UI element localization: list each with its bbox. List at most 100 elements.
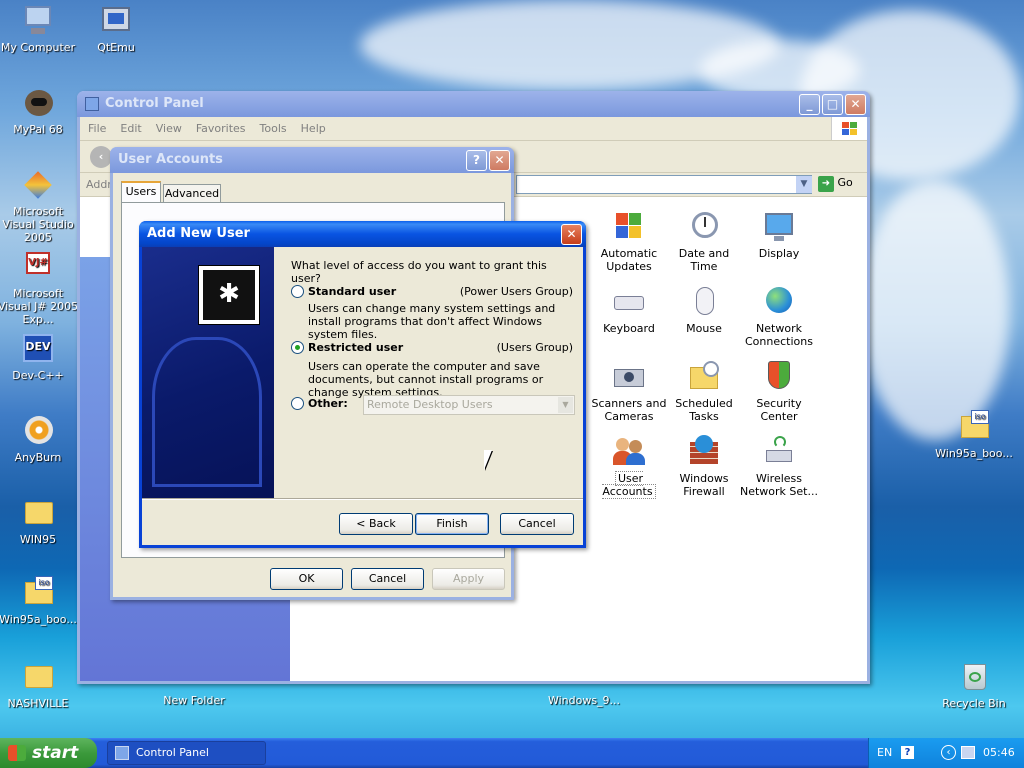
menu-edit[interactable]: Edit — [120, 122, 141, 135]
desktop-icon-devcpp[interactable]: DEV Dev-C++ — [0, 332, 80, 382]
menu-file[interactable]: File — [88, 122, 106, 135]
other-label[interactable]: Other: — [308, 397, 348, 410]
clock-icon — [687, 209, 721, 243]
desktop-icon-label: QtEmu — [97, 41, 135, 54]
dev-cpp-icon: DEV — [21, 332, 55, 366]
window-title: User Accounts — [118, 152, 223, 167]
restricted-user-description: Users can operate the computer and save … — [308, 360, 544, 399]
cp-item-windows-firewall[interactable]: Windows Firewall — [664, 434, 744, 498]
other-radio[interactable] — [291, 397, 304, 410]
desktop-icon-mypal[interactable]: MyPal 68 — [0, 86, 80, 136]
start-label: start — [32, 743, 79, 763]
standard-user-description: Users can change many system settings an… — [308, 302, 556, 341]
address-dropdown-button[interactable]: ▼ — [796, 176, 812, 193]
wireless-icon — [762, 434, 796, 468]
desktop-icon-nashville[interactable]: NASHVILLE — [0, 660, 80, 710]
menu-tools[interactable]: Tools — [260, 122, 287, 135]
close-button[interactable]: ✕ — [489, 150, 510, 171]
qtemu-icon — [99, 4, 133, 38]
access-question: What level of access do you want to gran… — [291, 259, 547, 285]
control-panel-titlebar[interactable]: Control Panel _ □ ✕ — [77, 91, 870, 117]
maximize-button[interactable]: □ — [822, 94, 843, 115]
standard-user-label[interactable]: Standard user — [308, 285, 396, 298]
go-button[interactable]: ➜ Go — [818, 176, 862, 194]
other-group-select[interactable]: Remote Desktop Users ▼ — [363, 395, 575, 415]
windows-flag-icon — [8, 745, 26, 761]
network-tray-icon[interactable] — [961, 746, 975, 759]
back-arrow-icon[interactable]: ‹ — [90, 146, 112, 168]
folder-clock-icon — [687, 359, 721, 393]
cp-item-display[interactable]: Display — [739, 209, 819, 260]
cp-item-scheduled-tasks[interactable]: Scheduled Tasks — [664, 359, 744, 423]
taskbar-button-control-panel[interactable]: Control Panel — [107, 741, 266, 765]
tab-users[interactable]: Users — [121, 181, 161, 203]
desktop-icon-win95a-right[interactable]: iso Win95a_boo... — [932, 410, 1016, 460]
window-title: Control Panel — [105, 96, 204, 111]
wizard-cancel-button[interactable]: Cancel — [500, 513, 574, 535]
tray-expand-icon[interactable]: ‹ — [941, 745, 956, 760]
cp-item-date-and-time[interactable]: Date and Time — [664, 209, 744, 273]
desktop-icon-label: WIN95 — [19, 533, 57, 546]
help-button[interactable]: ? — [466, 150, 487, 171]
cp-item-keyboard[interactable]: Keyboard — [589, 284, 669, 335]
camera-icon — [612, 359, 646, 393]
cp-item-scanners-and-cameras[interactable]: Scanners and Cameras — [589, 359, 669, 423]
desktop-icon-anyburn[interactable]: AnyBurn — [0, 414, 80, 464]
language-indicator[interactable]: EN — [877, 738, 892, 768]
cp-item-mouse[interactable]: Mouse — [664, 284, 744, 335]
desktop-icon-qtemu[interactable]: QtEmu — [74, 4, 158, 54]
desktop-icon-win95[interactable]: WIN95 — [0, 496, 80, 546]
button-label: Apply — [452, 572, 485, 585]
minimize-button[interactable]: _ — [799, 94, 820, 115]
desktop-icon-my-computer[interactable]: My Computer — [0, 4, 80, 54]
tab-label: Advanced — [164, 187, 220, 200]
disc-icon — [21, 414, 55, 448]
restricted-user-label[interactable]: Restricted user — [308, 341, 403, 354]
add-new-user-titlebar[interactable]: Add New User ✕ — [139, 221, 586, 247]
menu-view[interactable]: View — [156, 122, 182, 135]
system-tray: EN ? ‹ 05:46 — [868, 738, 1024, 768]
ok-button[interactable]: OK — [270, 568, 343, 590]
desktop-icon-win95a-left[interactable]: iso Win95a_boo... — [0, 576, 80, 626]
standard-user-radio[interactable] — [291, 285, 304, 298]
finish-button[interactable]: Finish — [415, 513, 489, 535]
apply-button[interactable]: Apply — [432, 568, 505, 590]
tab-advanced[interactable]: Advanced — [163, 184, 221, 203]
desktop-icon-vj2005[interactable]: VJ# Microsoft Visual J# 2005 Exp... — [0, 250, 80, 326]
cp-item-user-accounts[interactable]: User Accounts — [589, 434, 669, 499]
cp-item-automatic-updates[interactable]: Automatic Updates — [589, 209, 669, 273]
cp-item-wireless-network[interactable]: Wireless Network Set... — [739, 434, 819, 498]
button-label: Finish — [436, 517, 468, 530]
menu-favorites[interactable]: Favorites — [196, 122, 246, 135]
restricted-user-radio[interactable] — [291, 341, 304, 354]
menu-help[interactable]: Help — [301, 122, 326, 135]
back-button[interactable]: < Back — [339, 513, 413, 535]
cp-item-network-connections[interactable]: Network Connections — [739, 284, 819, 348]
user-accounts-titlebar[interactable]: User Accounts ? ✕ — [110, 147, 514, 173]
address-input[interactable] — [516, 175, 812, 194]
help-icon[interactable]: ? — [901, 746, 914, 759]
iso-file-icon: iso — [957, 410, 991, 444]
mouse-cursor-icon — [484, 450, 492, 470]
desktop-icon-vs2005[interactable]: Microsoft Visual Studio 2005 — [0, 168, 80, 244]
folder-icon — [21, 660, 55, 694]
start-button[interactable]: start — [0, 738, 97, 768]
desktop-icon-label: Microsoft Visual Studio 2005 — [2, 205, 74, 244]
close-button[interactable]: ✕ — [561, 224, 582, 245]
button-label: < Back — [356, 517, 396, 530]
desktop-icon-recycle-bin[interactable]: Recycle Bin — [932, 660, 1016, 710]
cp-item-label: Scheduled Tasks — [675, 397, 733, 423]
wizard-side-panel: ✱ — [142, 247, 274, 498]
menu-bar: File Edit View Favorites Tools Help — [80, 117, 867, 141]
chevron-down-icon: ▼ — [558, 397, 573, 413]
keyboard-icon — [612, 284, 646, 318]
restricted-user-group: (Users Group) — [496, 341, 573, 354]
clock[interactable]: 05:46 — [983, 738, 1015, 768]
cp-item-security-center[interactable]: Security Center — [739, 359, 819, 423]
cancel-button[interactable]: Cancel — [351, 568, 424, 590]
desktop-icon-label: Win95a_boo... — [935, 447, 1013, 460]
close-button[interactable]: ✕ — [845, 94, 866, 115]
desktop-icon-windows9[interactable]: Windows_9... — [542, 694, 626, 707]
go-label: Go — [837, 176, 853, 189]
desktop-icon-new-folder[interactable]: New Folder — [152, 694, 236, 707]
